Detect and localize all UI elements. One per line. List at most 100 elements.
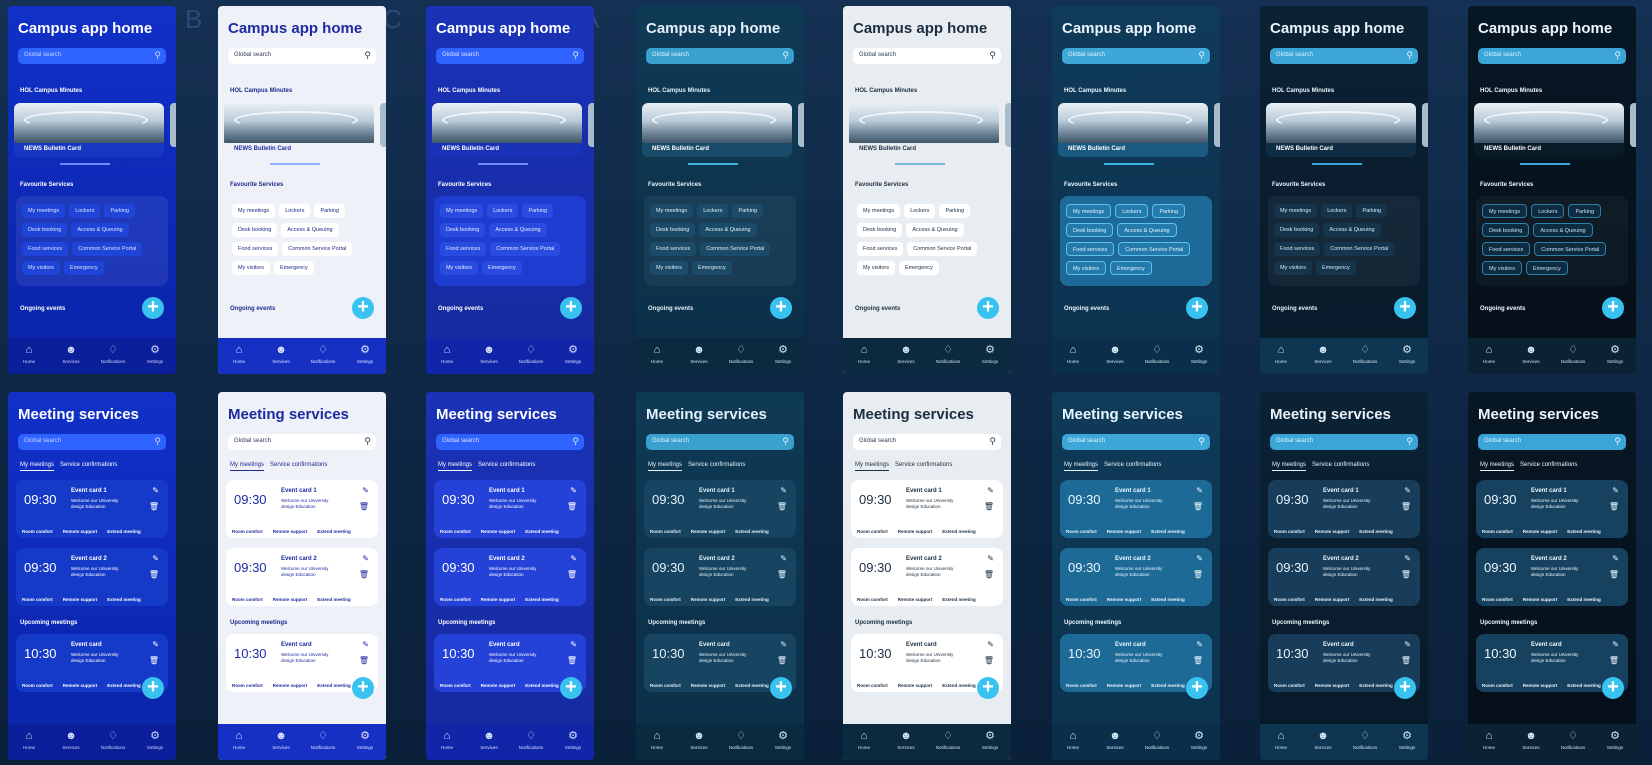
search-input[interactable]: Global search ⚲ [1062, 434, 1210, 450]
news-card-title[interactable]: NEWS Bulletin Card [224, 143, 374, 157]
trash-icon[interactable]: 🗑 [1401, 570, 1411, 579]
service-chip[interactable]: My meetings [440, 204, 484, 218]
nav-item-home[interactable]: ⌂ Home [429, 344, 465, 364]
extend-meeting-link[interactable]: Extend meeting [525, 683, 559, 688]
edit-icon[interactable]: ✎ [152, 640, 159, 649]
trash-icon[interactable]: 🗑 [359, 656, 369, 665]
service-chip[interactable]: Parking [732, 204, 764, 218]
search-icon[interactable]: ⚲ [989, 50, 996, 61]
news-image[interactable] [14, 103, 164, 147]
next-card-peek[interactable] [1422, 103, 1428, 147]
room-comfort-link[interactable]: Room comfort [232, 529, 263, 534]
add-button[interactable]: + [770, 677, 792, 699]
extend-meeting-link[interactable]: Extend meeting [942, 597, 976, 602]
nav-item-settings[interactable]: ⚙ Settings [1597, 730, 1633, 750]
add-button[interactable]: + [1394, 677, 1416, 699]
service-chip[interactable]: Emergency [63, 261, 104, 275]
trash-icon[interactable]: 🗑 [359, 502, 369, 511]
search-icon[interactable]: ⚲ [1614, 50, 1621, 61]
room-comfort-link[interactable]: Room comfort [1482, 529, 1513, 534]
edit-icon[interactable]: ✎ [362, 554, 369, 563]
trash-icon[interactable]: 🗑 [1609, 656, 1619, 665]
nav-item-notifications[interactable]: ♢ Notifications [930, 730, 966, 750]
nav-item-settings[interactable]: ⚙ Settings [137, 730, 173, 750]
nav-item-notifications[interactable]: ♢ Notifications [513, 344, 549, 364]
nav-item-settings[interactable]: ⚙ Settings [972, 730, 1008, 750]
service-chip[interactable]: Emergency [1315, 261, 1356, 275]
edit-icon[interactable]: ✎ [780, 554, 787, 563]
nav-item-settings[interactable]: ⚙ Settings [1389, 344, 1425, 364]
extend-meeting-link[interactable]: Extend meeting [1567, 529, 1601, 534]
search-input[interactable]: Global search ⚲ [1062, 48, 1210, 64]
extend-meeting-link[interactable]: Extend meeting [525, 529, 559, 534]
remote-support-link[interactable]: Remote support [273, 597, 308, 602]
news-card-title[interactable]: NEWS Bulletin Card [14, 143, 164, 157]
search-input[interactable]: Global search ⚲ [436, 434, 584, 450]
next-card-peek[interactable] [1630, 103, 1636, 147]
remote-support-link[interactable]: Remote support [481, 529, 516, 534]
service-chip[interactable]: My visitors [1482, 261, 1522, 275]
nav-item-notifications[interactable]: ♢ Notifications [723, 730, 759, 750]
remote-support-link[interactable]: Remote support [481, 683, 516, 688]
nav-item-settings[interactable]: ⚙ Settings [555, 730, 591, 750]
event-card[interactable]: 09:30 Event card 1 Welcome our Universit… [1060, 480, 1212, 538]
edit-icon[interactable]: ✎ [1196, 554, 1203, 563]
tab-service-confirmations[interactable]: Service confirmations [1104, 462, 1161, 471]
service-chip[interactable]: Lockers [279, 204, 311, 218]
search-icon[interactable]: ⚲ [1406, 50, 1413, 61]
nav-item-services[interactable]: ☻ Services [1305, 344, 1341, 364]
remote-support-link[interactable]: Remote support [1107, 683, 1142, 688]
room-comfort-link[interactable]: Room comfort [650, 597, 681, 602]
nav-item-notifications[interactable]: ♢ Notifications [1139, 730, 1175, 750]
service-chip[interactable]: Common Service Portal [1534, 242, 1607, 256]
room-comfort-link[interactable]: Room comfort [22, 529, 53, 534]
remote-support-link[interactable]: Remote support [63, 683, 98, 688]
extend-meeting-link[interactable]: Extend meeting [1151, 529, 1185, 534]
trash-icon[interactable]: 🗑 [777, 502, 787, 511]
search-icon[interactable]: ⚲ [1614, 436, 1621, 447]
search-icon[interactable]: ⚲ [154, 436, 161, 447]
event-card[interactable]: 09:30 Event card 1 Welcome our Universit… [226, 480, 378, 538]
nav-item-services[interactable]: ☻ Services [1097, 730, 1133, 750]
room-comfort-link[interactable]: Room comfort [650, 683, 681, 688]
news-image[interactable] [432, 103, 582, 147]
search-input[interactable]: Global search ⚲ [646, 48, 794, 64]
room-comfort-link[interactable]: Room comfort [857, 683, 888, 688]
trash-icon[interactable]: 🗑 [567, 656, 577, 665]
service-chip[interactable]: My meetings [1482, 204, 1528, 218]
edit-icon[interactable]: ✎ [1612, 554, 1619, 563]
edit-icon[interactable]: ✎ [780, 640, 787, 649]
tab-my-meetings[interactable]: My meetings [1480, 462, 1515, 471]
nav-item-notifications[interactable]: ♢ Notifications [95, 730, 131, 750]
nav-item-services[interactable]: ☻ Services [53, 730, 89, 750]
service-chip[interactable]: Access & Queuing [1117, 223, 1177, 237]
search-icon[interactable]: ⚲ [989, 436, 996, 447]
tab-my-meetings[interactable]: My meetings [20, 462, 55, 471]
edit-icon[interactable]: ✎ [570, 640, 577, 649]
search-input[interactable]: Global search ⚲ [1270, 434, 1418, 450]
edit-icon[interactable]: ✎ [1404, 640, 1411, 649]
news-card-title[interactable]: NEWS Bulletin Card [1058, 143, 1208, 157]
service-chip[interactable]: Access & Queuing [281, 223, 339, 237]
news-image[interactable] [1058, 103, 1208, 147]
edit-icon[interactable]: ✎ [152, 554, 159, 563]
event-card[interactable]: 09:30 Event card 2 Welcome our Universit… [1476, 548, 1628, 606]
nav-item-home[interactable]: ⌂ Home [639, 730, 675, 750]
remote-support-link[interactable]: Remote support [691, 597, 726, 602]
trash-icon[interactable]: 🗑 [777, 570, 787, 579]
next-card-peek[interactable] [170, 103, 176, 147]
extend-meeting-link[interactable]: Extend meeting [1359, 597, 1393, 602]
room-comfort-link[interactable]: Room comfort [1482, 597, 1513, 602]
nav-item-home[interactable]: ⌂ Home [1263, 344, 1299, 364]
nav-item-notifications[interactable]: ♢ Notifications [305, 730, 341, 750]
edit-icon[interactable]: ✎ [1404, 554, 1411, 563]
service-chip[interactable]: Parking [1152, 204, 1186, 218]
tab-service-confirmations[interactable]: Service confirmations [478, 462, 535, 471]
tab-service-confirmations[interactable]: Service confirmations [1312, 462, 1369, 471]
service-chip[interactable]: My meetings [1274, 204, 1318, 218]
service-chip[interactable]: Desk booking [440, 223, 486, 237]
search-input[interactable]: Global search ⚲ [1270, 48, 1418, 64]
tab-my-meetings[interactable]: My meetings [1064, 462, 1099, 471]
nav-item-services[interactable]: ☻ Services [263, 730, 299, 750]
trash-icon[interactable]: 🗑 [567, 570, 577, 579]
